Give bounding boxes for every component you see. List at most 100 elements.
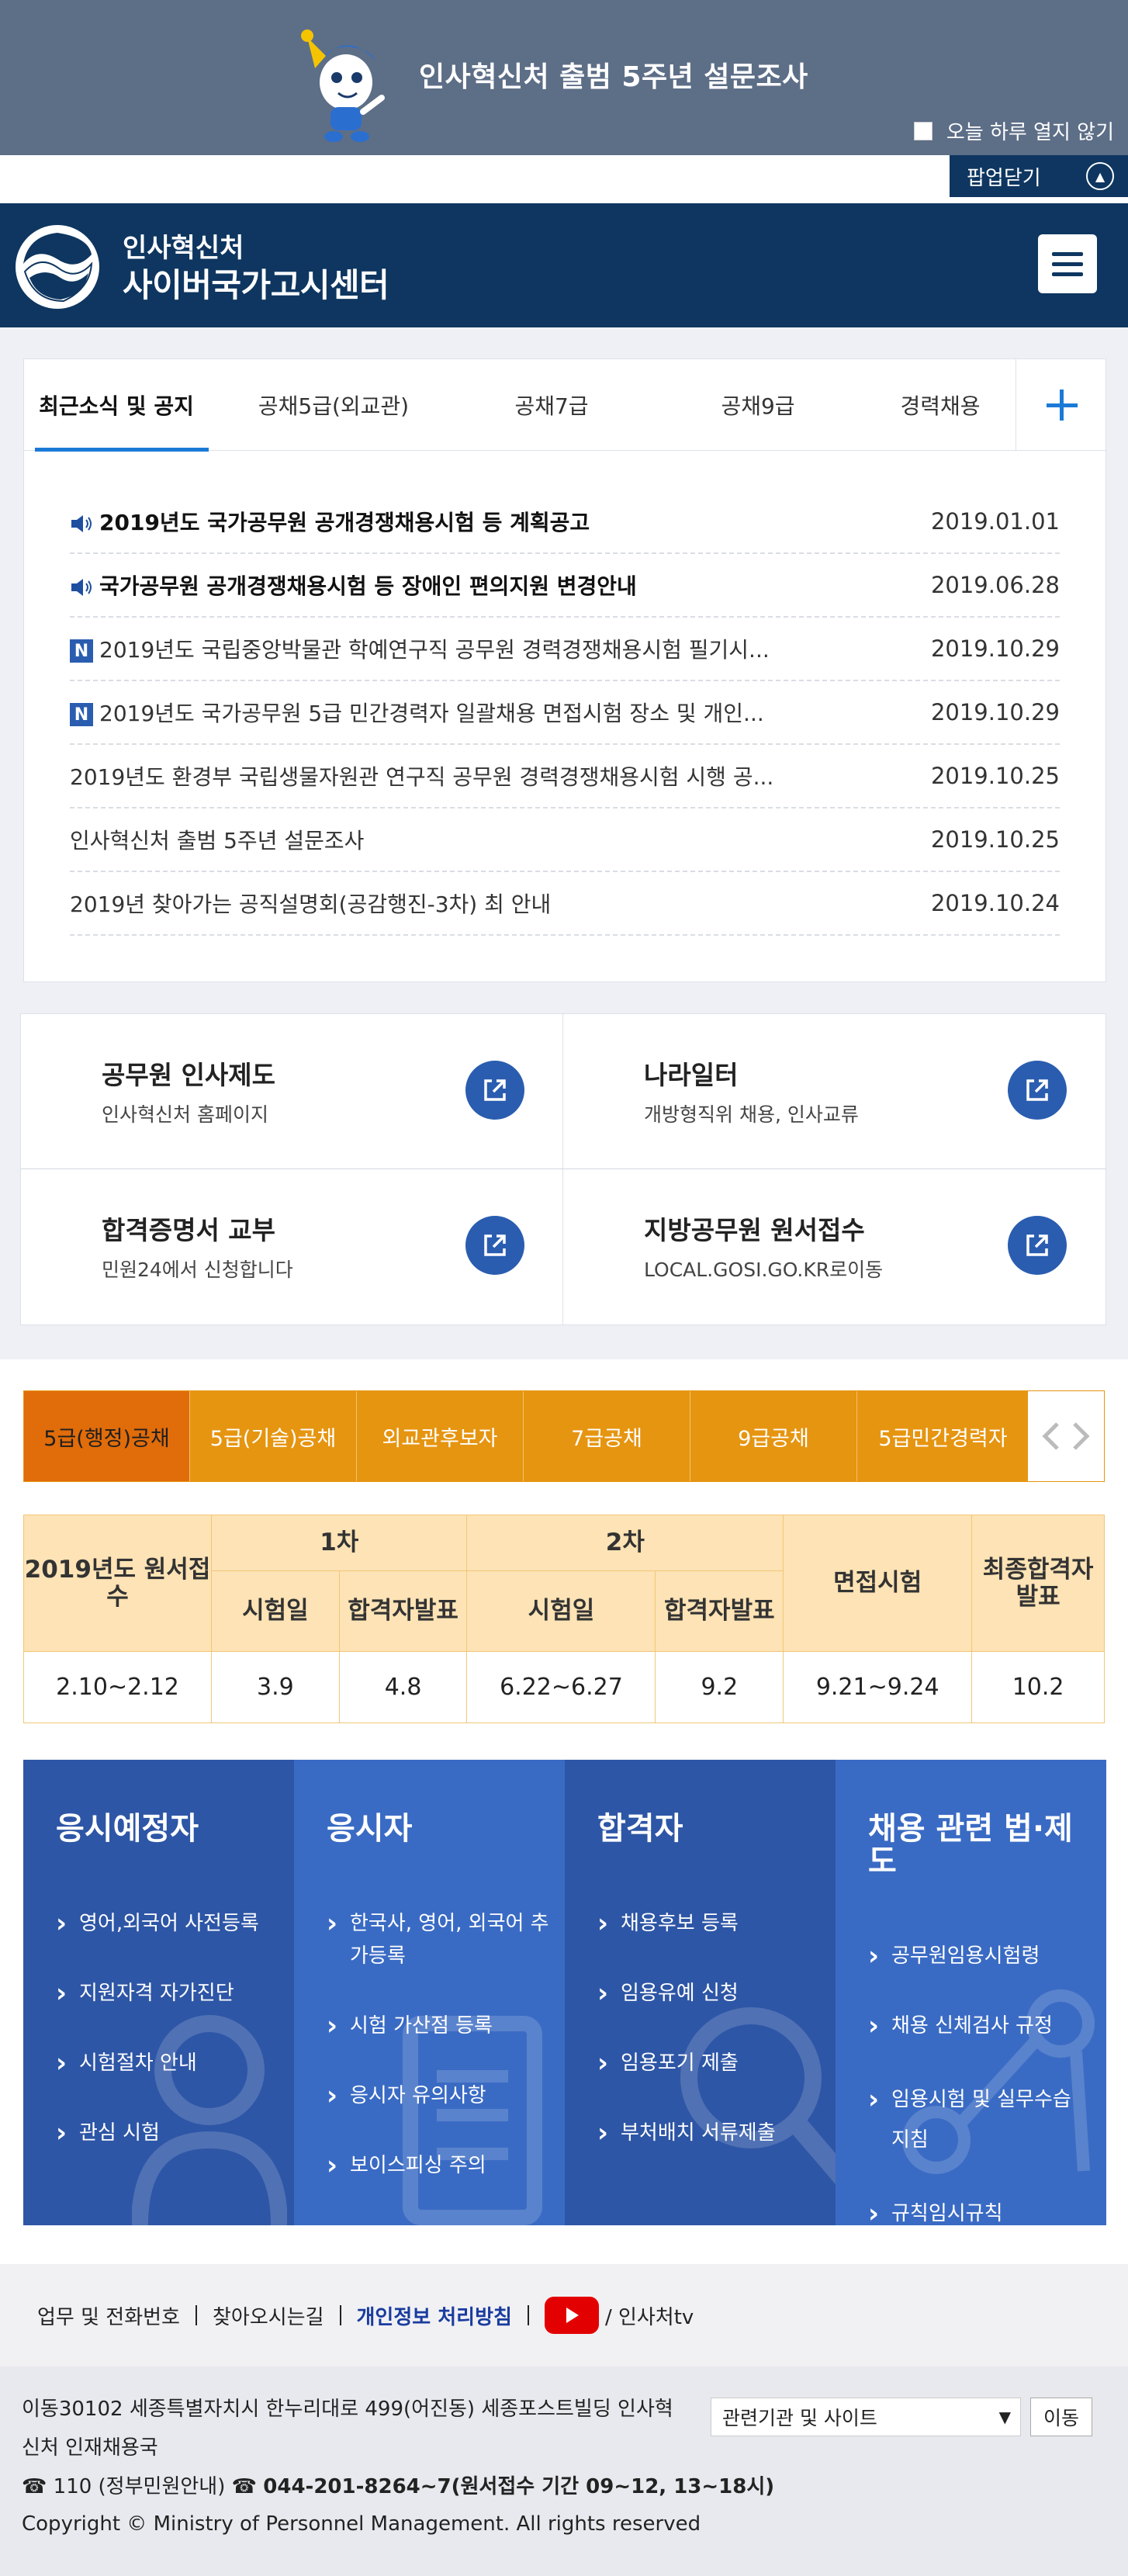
schedule-r2-exam: 6.22~6.27 <box>466 1651 656 1723</box>
notice-item[interactable]: N 2019년도 국립중앙박물관 학예연구직 공무원 경력경쟁채용시험 필기시..… <box>70 618 1060 681</box>
tab-career[interactable]: 경력채용 <box>867 359 1014 451</box>
exam-tab-grade5-tech[interactable]: 5급(기술)공채 <box>190 1391 357 1481</box>
speaker-icon <box>71 515 92 532</box>
hamburger-menu-button[interactable] <box>1038 234 1097 293</box>
role-link[interactable]: 부처배치 서류제출 <box>597 2117 822 2149</box>
footer-link-work-phone[interactable]: 업무 및 전화번호 <box>37 2301 180 2330</box>
role-link[interactable]: 규칙임시규칙 <box>868 2197 1093 2225</box>
popup-close-button[interactable]: 팝업닫기 ▲ <box>950 155 1128 197</box>
quick-link-title: 공무원 인사제도 <box>102 1060 276 1090</box>
exam-tab-grade5-admin[interactable]: 5급(행정)공채 <box>24 1391 190 1481</box>
notice-title: 인사혁신처 출범 5주년 설문조사 <box>70 828 365 853</box>
chevron-right-icon[interactable] <box>1070 1421 1092 1452</box>
exam-schedule-table: 2019년도 원서접수 1차 2차 면접시험 최종합격자 발표 시험일 합격자발… <box>22 1515 1105 1723</box>
role-link[interactable]: 지원자격 자가진단 <box>56 1977 281 2010</box>
role-link[interactable]: 관심 시험 <box>56 2117 281 2149</box>
quick-link-hr-system[interactable]: 공무원 인사제도 인사혁신처 홈페이지 <box>21 1014 563 1169</box>
schedule-header-apply: 2019년도 원서접수 <box>22 1515 213 1652</box>
exam-type-tabs: 5급(행정)공채 5급(기술)공채 외교관후보자 7급공채 9급공채 5급민간경… <box>23 1390 1105 1482</box>
external-link-icon[interactable] <box>1008 1061 1067 1120</box>
new-badge-icon: N <box>70 703 93 726</box>
dont-show-today-label: 오늘 하루 열지 않기 <box>946 121 1114 144</box>
schedule-r1-pass: 4.8 <box>338 1651 468 1723</box>
government-emblem-icon[interactable] <box>14 223 101 310</box>
external-link-icon[interactable] <box>465 1061 524 1120</box>
dont-show-today[interactable]: 오늘 하루 열지 않기 <box>913 116 1114 145</box>
hamburger-line-icon <box>1052 261 1083 266</box>
role-link[interactable]: 임용포기 제출 <box>597 2047 822 2079</box>
role-link[interactable]: 임용유예 신청 <box>597 1977 822 2010</box>
tab-grade5-diplomat[interactable]: 공채5급(외교관) <box>234 359 434 451</box>
schedule-final: 10.2 <box>971 1651 1105 1723</box>
role-link[interactable]: 응시자 유의사항 <box>327 2079 552 2112</box>
exam-tab-grade7[interactable]: 7급공채 <box>524 1391 690 1481</box>
related-sites-select[interactable]: 관련기관 및 사이트 ▼ <box>711 2398 1021 2436</box>
schedule-header-r1-pass: 합격자발표 <box>338 1570 468 1652</box>
quick-link-pass-certificate[interactable]: 합격증명서 교부 민원24에서 신청합니다 <box>21 1169 563 1324</box>
notice-item[interactable]: 인사혁신처 출범 5주년 설문조사 2019.10.25 <box>70 808 1060 872</box>
role-link[interactable]: 영어,외국어 사전등록 <box>56 1907 281 1940</box>
notice-item[interactable]: 2019년도 환경부 국립생물자원관 연구직 공무원 경력경쟁채용시험 시행 공… <box>70 745 1060 808</box>
exam-tab-grade5-private[interactable]: 5급민간경력자 <box>857 1391 1029 1481</box>
go-button[interactable]: 이동 <box>1030 2398 1092 2436</box>
chevron-left-icon[interactable] <box>1040 1421 1062 1452</box>
role-link[interactable]: 채용후보 등록 <box>597 1907 822 1940</box>
schedule-header-round1: 1차 <box>211 1515 468 1571</box>
notice-date: 2019.10.25 <box>930 763 1060 789</box>
exam-tab-grade9[interactable]: 9급공채 <box>690 1391 857 1481</box>
footer-phone: ☎ 110 (정부민원안내) ☎ 044-201-8264~7(원서접수 기간 … <box>22 2470 774 2499</box>
role-column-law: 채용 관련 법·제도 공무원임용시험령 채용 신체검사 규정 임용시험 및 실무… <box>836 1760 1106 2225</box>
logo-org-big[interactable]: 사이버국가고시센터 <box>123 259 389 306</box>
exam-tab-diplomat[interactable]: 외교관후보자 <box>357 1391 524 1481</box>
site-header: 인사혁신처 사이버국가고시센터 <box>0 203 1128 327</box>
dont-show-today-checkbox[interactable] <box>913 121 933 140</box>
youtube-icon[interactable] <box>544 2297 599 2334</box>
schedule-header-final: 최종합격자 발표 <box>971 1515 1105 1652</box>
notice-item[interactable]: N 2019년도 국가공무원 5급 민간경력자 일괄채용 면접시험 장소 및 개인… <box>70 681 1060 745</box>
notice-title: 2019년 찾아가는 공직설명회(공감행진-3차) 최 안내 <box>70 892 552 917</box>
footer-address: 이동30102 세종특별자치시 한누리대로 499(어진동) 세종포스트빌딩 인… <box>22 2398 673 2460</box>
exam-tab-arrows <box>1028 1391 1104 1481</box>
footer-link-privacy[interactable]: 개인정보 처리방침 <box>357 2301 512 2330</box>
role-column-applicant: 응시자 한국사, 영어, 외국어 추가등록 시험 가산점 등록 응시자 유의사항… <box>294 1760 565 2225</box>
footer-phone-prefix: ☎ 110 (정부민원안내) ☎ <box>22 2475 264 2498</box>
footer-copyright: Copyright © Ministry of Personnel Manage… <box>22 2512 701 2536</box>
tab-recent-news[interactable]: 최근소식 및 공지 <box>24 359 209 452</box>
role-link[interactable]: 공무원임용시험령 <box>868 1940 1093 1972</box>
divider <box>562 1014 563 1324</box>
schedule-header-round2: 2차 <box>466 1515 784 1571</box>
notice-item[interactable]: 2019년 찾아가는 공직설명회(공감행진-3차) 최 안내 2019.10.2… <box>70 872 1060 936</box>
role-link[interactable]: 시험절차 안내 <box>56 2047 281 2079</box>
divider <box>339 2305 341 2325</box>
notice-date: 2019.01.01 <box>930 508 1060 535</box>
notice-date: 2019.10.24 <box>930 890 1060 916</box>
schedule-header-interview: 면접시험 <box>783 1515 973 1652</box>
schedule-header-r1-exam: 시험일 <box>211 1570 340 1652</box>
more-plus-button[interactable] <box>1016 359 1107 451</box>
schedule-interview: 9.21~9.24 <box>783 1651 973 1723</box>
notice-item[interactable]: 국가공무원 공개경쟁채용시험 등 장애인 편의지원 변경안내 2019.06.2… <box>70 554 1060 618</box>
external-link-icon[interactable] <box>1008 1216 1067 1275</box>
notice-title: 2019년도 국가공무원 5급 민간경력자 일괄채용 면접시험 장소 및 개인.… <box>99 701 764 726</box>
role-link[interactable]: 임용시험 및 실무수습 지침 <box>868 2079 1093 2160</box>
related-sites-select-value: 관련기관 및 사이트 <box>722 2407 877 2429</box>
tab-grade9[interactable]: 공채9급 <box>665 359 851 451</box>
footer-link-tv[interactable]: / 인사처tv <box>605 2301 694 2330</box>
schedule-r2-pass: 9.2 <box>655 1651 784 1723</box>
tab-grade7[interactable]: 공채7급 <box>458 359 645 451</box>
role-link[interactable]: 채용 신체검사 규정 <box>868 2010 1093 2042</box>
role-title: 채용 관련 법·제도 <box>868 1811 1073 1879</box>
role-link[interactable]: 한국사, 영어, 외국어 추가등록 <box>327 1907 552 1972</box>
role-link[interactable]: 보이스피싱 주의 <box>327 2149 552 2182</box>
quick-link-local-application[interactable]: 지방공무원 원서접수 LOCAL.GOSI.GO.KR로이동 <box>563 1169 1106 1324</box>
quick-links: 공무원 인사제도 인사혁신처 홈페이지 나라일터 개방형직위 채용, 인사교류 … <box>20 1013 1106 1325</box>
notice-title: 국가공무원 공개경쟁채용시험 등 장애인 편의지원 변경안내 <box>99 573 637 599</box>
footer-phone-main: 044-201-8264~7(원서접수 기간 09~12, 13~18시) <box>263 2475 775 2498</box>
notice-item[interactable]: 2019년도 국가공무원 공개경쟁채용시험 등 계획공고 2019.01.01 <box>70 490 1060 554</box>
external-link-icon[interactable] <box>465 1216 524 1275</box>
quick-link-nara-ilteo[interactable]: 나라일터 개방형직위 채용, 인사교류 <box>563 1014 1106 1169</box>
role-title: 응시예정자 <box>56 1811 199 1847</box>
role-column-passer: 합격자 채용후보 등록 임용유예 신청 임용포기 제출 부처배치 서류제출 <box>565 1760 836 2225</box>
footer-link-directions[interactable]: 찾아오시는길 <box>213 2301 324 2330</box>
role-link[interactable]: 시험 가산점 등록 <box>327 2010 552 2042</box>
